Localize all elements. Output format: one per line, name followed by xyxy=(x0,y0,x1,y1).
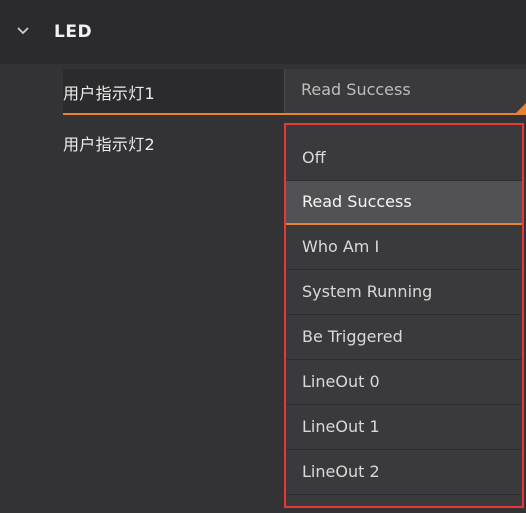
dropdown-list[interactable]: Off Read Success Who Am I System Running… xyxy=(284,123,524,508)
option-label: Be Triggered xyxy=(302,327,403,346)
property-row-user-led-1[interactable]: 用户指示灯1 Read Success xyxy=(63,69,526,115)
option-label: System Running xyxy=(302,282,433,301)
chevron-down-icon[interactable] xyxy=(16,26,30,36)
led-settings-panel: LED 用户指示灯1 Read Success 用户指示灯2 Off Read … xyxy=(0,0,526,513)
dropdown-option-lineout-2[interactable]: LineOut 2 xyxy=(286,451,522,495)
option-label: LineOut 0 xyxy=(302,372,380,391)
option-label: LineOut 2 xyxy=(302,462,380,481)
option-label: Who Am I xyxy=(302,237,380,256)
dropdown-option-off[interactable]: Off xyxy=(286,137,522,181)
dropdown-option-system-running[interactable]: System Running xyxy=(286,271,522,315)
select-value: Read Success xyxy=(301,80,411,99)
dropdown-corner-icon xyxy=(516,102,526,113)
dropdown-option-who-am-i[interactable]: Who Am I xyxy=(286,226,522,270)
user-led-1-select[interactable]: Read Success xyxy=(284,69,526,113)
property-label: 用户指示灯2 xyxy=(63,135,155,154)
option-label: LineOut 1 xyxy=(302,417,380,436)
dropdown-option-lineout-1[interactable]: LineOut 1 xyxy=(286,406,522,450)
option-label: Read Success xyxy=(302,192,412,211)
dropdown-option-lineout-0[interactable]: LineOut 0 xyxy=(286,361,522,405)
property-label: 用户指示灯1 xyxy=(63,84,155,103)
section-header-led[interactable]: LED xyxy=(0,0,526,64)
dropdown-option-read-success[interactable]: Read Success xyxy=(286,181,522,225)
section-title: LED xyxy=(54,22,93,42)
dropdown-option-be-triggered[interactable]: Be Triggered xyxy=(286,316,522,360)
option-label: Off xyxy=(302,148,326,167)
